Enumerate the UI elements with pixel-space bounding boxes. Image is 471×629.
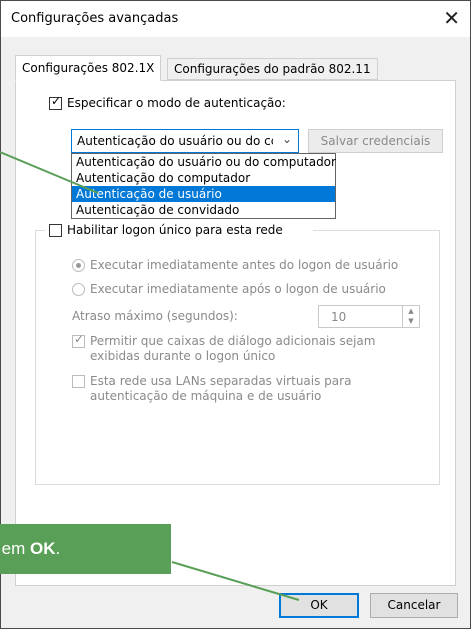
auth-option-guest[interactable]: Autenticação de convidado (72, 202, 335, 218)
callout-banner: ue em OK. (0, 524, 171, 574)
vlan-label-line2: autenticação de máquina e de usuário (90, 389, 322, 403)
callout-prefix: ue em (0, 539, 26, 558)
chevron-up-icon[interactable]: ▲ (403, 306, 419, 316)
vlan-checkbox[interactable] (72, 375, 85, 388)
allow-dialogs-label-line1: Permitir que caixas de diálogo adicionai… (90, 334, 376, 348)
enable-sso-checkbox[interactable] (49, 224, 62, 237)
max-delay-spinner[interactable]: 10 ▲ ▼ (318, 305, 420, 328)
auth-mode-select[interactable]: Autenticação do usuário ou do cc ⌄ (71, 129, 299, 153)
specify-auth-mode-checkbox[interactable]: ✓ (49, 94, 62, 110)
auth-option-computer[interactable]: Autenticação do computador (72, 170, 335, 186)
cancel-button[interactable]: Cancelar (370, 593, 458, 618)
enable-sso-label: Habilitar logon único para esta rede (67, 223, 283, 237)
specify-auth-mode-label: Especificar o modo de autenticação: (67, 96, 286, 110)
checkmark-icon: ✓ (51, 94, 62, 108)
run-after-logon-label: Executar imediatamente após o logon de u… (90, 282, 386, 296)
callout-text: ue em OK. (0, 524, 60, 574)
close-icon[interactable]: ✕ (443, 7, 460, 29)
allow-dialogs-label-line2: exibidas durante o logon único (90, 349, 276, 363)
auth-option-user[interactable]: Autenticação de usuário (72, 186, 335, 202)
callout-ok-word: OK (29, 539, 56, 558)
run-after-logon-radio[interactable] (72, 283, 85, 296)
title-bar: Configurações avançadas ✕ (1, 1, 470, 37)
run-before-logon-radio[interactable] (72, 259, 85, 272)
save-credentials-button[interactable]: Salvar credenciais (308, 129, 443, 153)
run-before-logon-label: Executar imediatamente antes do logon de… (90, 258, 399, 272)
window-title: Configurações avançadas (11, 11, 179, 26)
auth-mode-dropdown-list: Autenticação do usuário ou do computador… (71, 153, 336, 219)
chevron-down-icon: ⌄ (281, 132, 292, 146)
spinner-arrows[interactable]: ▲ ▼ (402, 306, 419, 327)
chevron-down-icon[interactable]: ▼ (403, 316, 419, 326)
checkmark-icon: ✓ (74, 332, 85, 346)
vlan-label-line1: Esta rede usa LANs separadas virtuais pa… (90, 374, 352, 388)
callout-suffix: . (55, 539, 61, 558)
max-delay-label: Atraso máximo (segundos): (72, 309, 238, 323)
ok-button[interactable]: OK (279, 593, 359, 618)
allow-dialogs-checkbox[interactable]: ✓ (72, 332, 85, 348)
auth-option-user-or-computer[interactable]: Autenticação do usuário ou do computador (72, 154, 336, 170)
auth-mode-selected-value: Autenticação do usuário ou do cc (77, 134, 273, 148)
tab-8021x-settings[interactable]: Configurações 802.1X (15, 55, 162, 81)
tab-80211-settings[interactable]: Configurações do padrão 802.11 (167, 58, 378, 80)
max-delay-value: 10 (331, 310, 347, 324)
